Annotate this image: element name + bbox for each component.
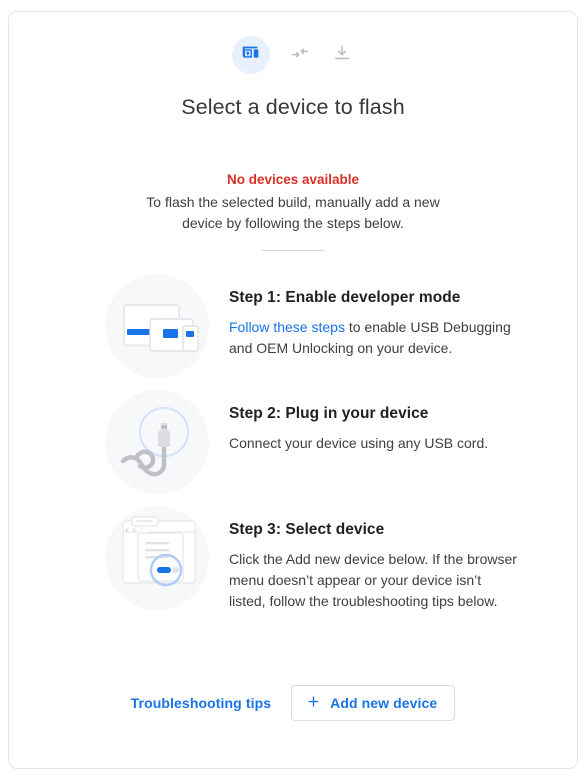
download-icon bbox=[332, 43, 352, 68]
step-text: Step 1: Enable developer mode Follow the… bbox=[229, 274, 519, 359]
status-block: No devices available To flash the select… bbox=[9, 171, 577, 234]
plus-icon bbox=[306, 694, 321, 712]
step-item: Step 2: Plug in your device Connect your… bbox=[105, 390, 541, 494]
step-item: Step 1: Enable developer mode Follow the… bbox=[105, 274, 541, 378]
step-item: Step 3: Select device Click the Add new … bbox=[105, 506, 541, 612]
browser-dialog-illustration bbox=[105, 506, 209, 610]
page-title: Select a device to flash bbox=[181, 95, 405, 119]
step-title: Step 1: Enable developer mode bbox=[229, 289, 461, 306]
transfer-arrows-icon bbox=[290, 43, 310, 68]
troubleshooting-tips-link[interactable]: Troubleshooting tips bbox=[131, 695, 271, 711]
device-selection-card: Select a device to flash No devices avai… bbox=[8, 11, 578, 769]
step-body: Connect your device using any USB cord. bbox=[229, 435, 489, 451]
transfer-arrows-icon-container bbox=[288, 43, 312, 67]
devices-icon bbox=[240, 42, 262, 69]
download-icon-container bbox=[330, 43, 354, 67]
usb-cable-illustration bbox=[105, 390, 209, 494]
step-title: Step 3: Select device bbox=[229, 521, 385, 538]
step-title: Step 2: Plug in your device bbox=[229, 405, 429, 422]
header-icon-row bbox=[9, 36, 577, 74]
footer-actions: Troubleshooting tips Add new device bbox=[9, 685, 577, 721]
section-divider bbox=[262, 250, 324, 251]
status-error-text: No devices available bbox=[226, 172, 360, 187]
step-text: Step 3: Select device Click the Add new … bbox=[229, 506, 519, 612]
step-body: Follow these steps to enable USB Debuggi… bbox=[229, 317, 519, 359]
follow-these-steps-link[interactable]: Follow these steps bbox=[229, 319, 345, 335]
devices-icon-container bbox=[232, 36, 270, 74]
add-new-device-button[interactable]: Add new device bbox=[291, 685, 456, 721]
status-description: To flash the selected build, manually ad… bbox=[146, 194, 440, 231]
devices-illustration bbox=[105, 274, 209, 378]
add-new-device-label: Add new device bbox=[330, 695, 438, 711]
steps-list: Step 1: Enable developer mode Follow the… bbox=[105, 274, 541, 624]
step-body: Click the Add new device below. If the b… bbox=[229, 551, 517, 609]
step-text: Step 2: Plug in your device Connect your… bbox=[229, 390, 519, 454]
